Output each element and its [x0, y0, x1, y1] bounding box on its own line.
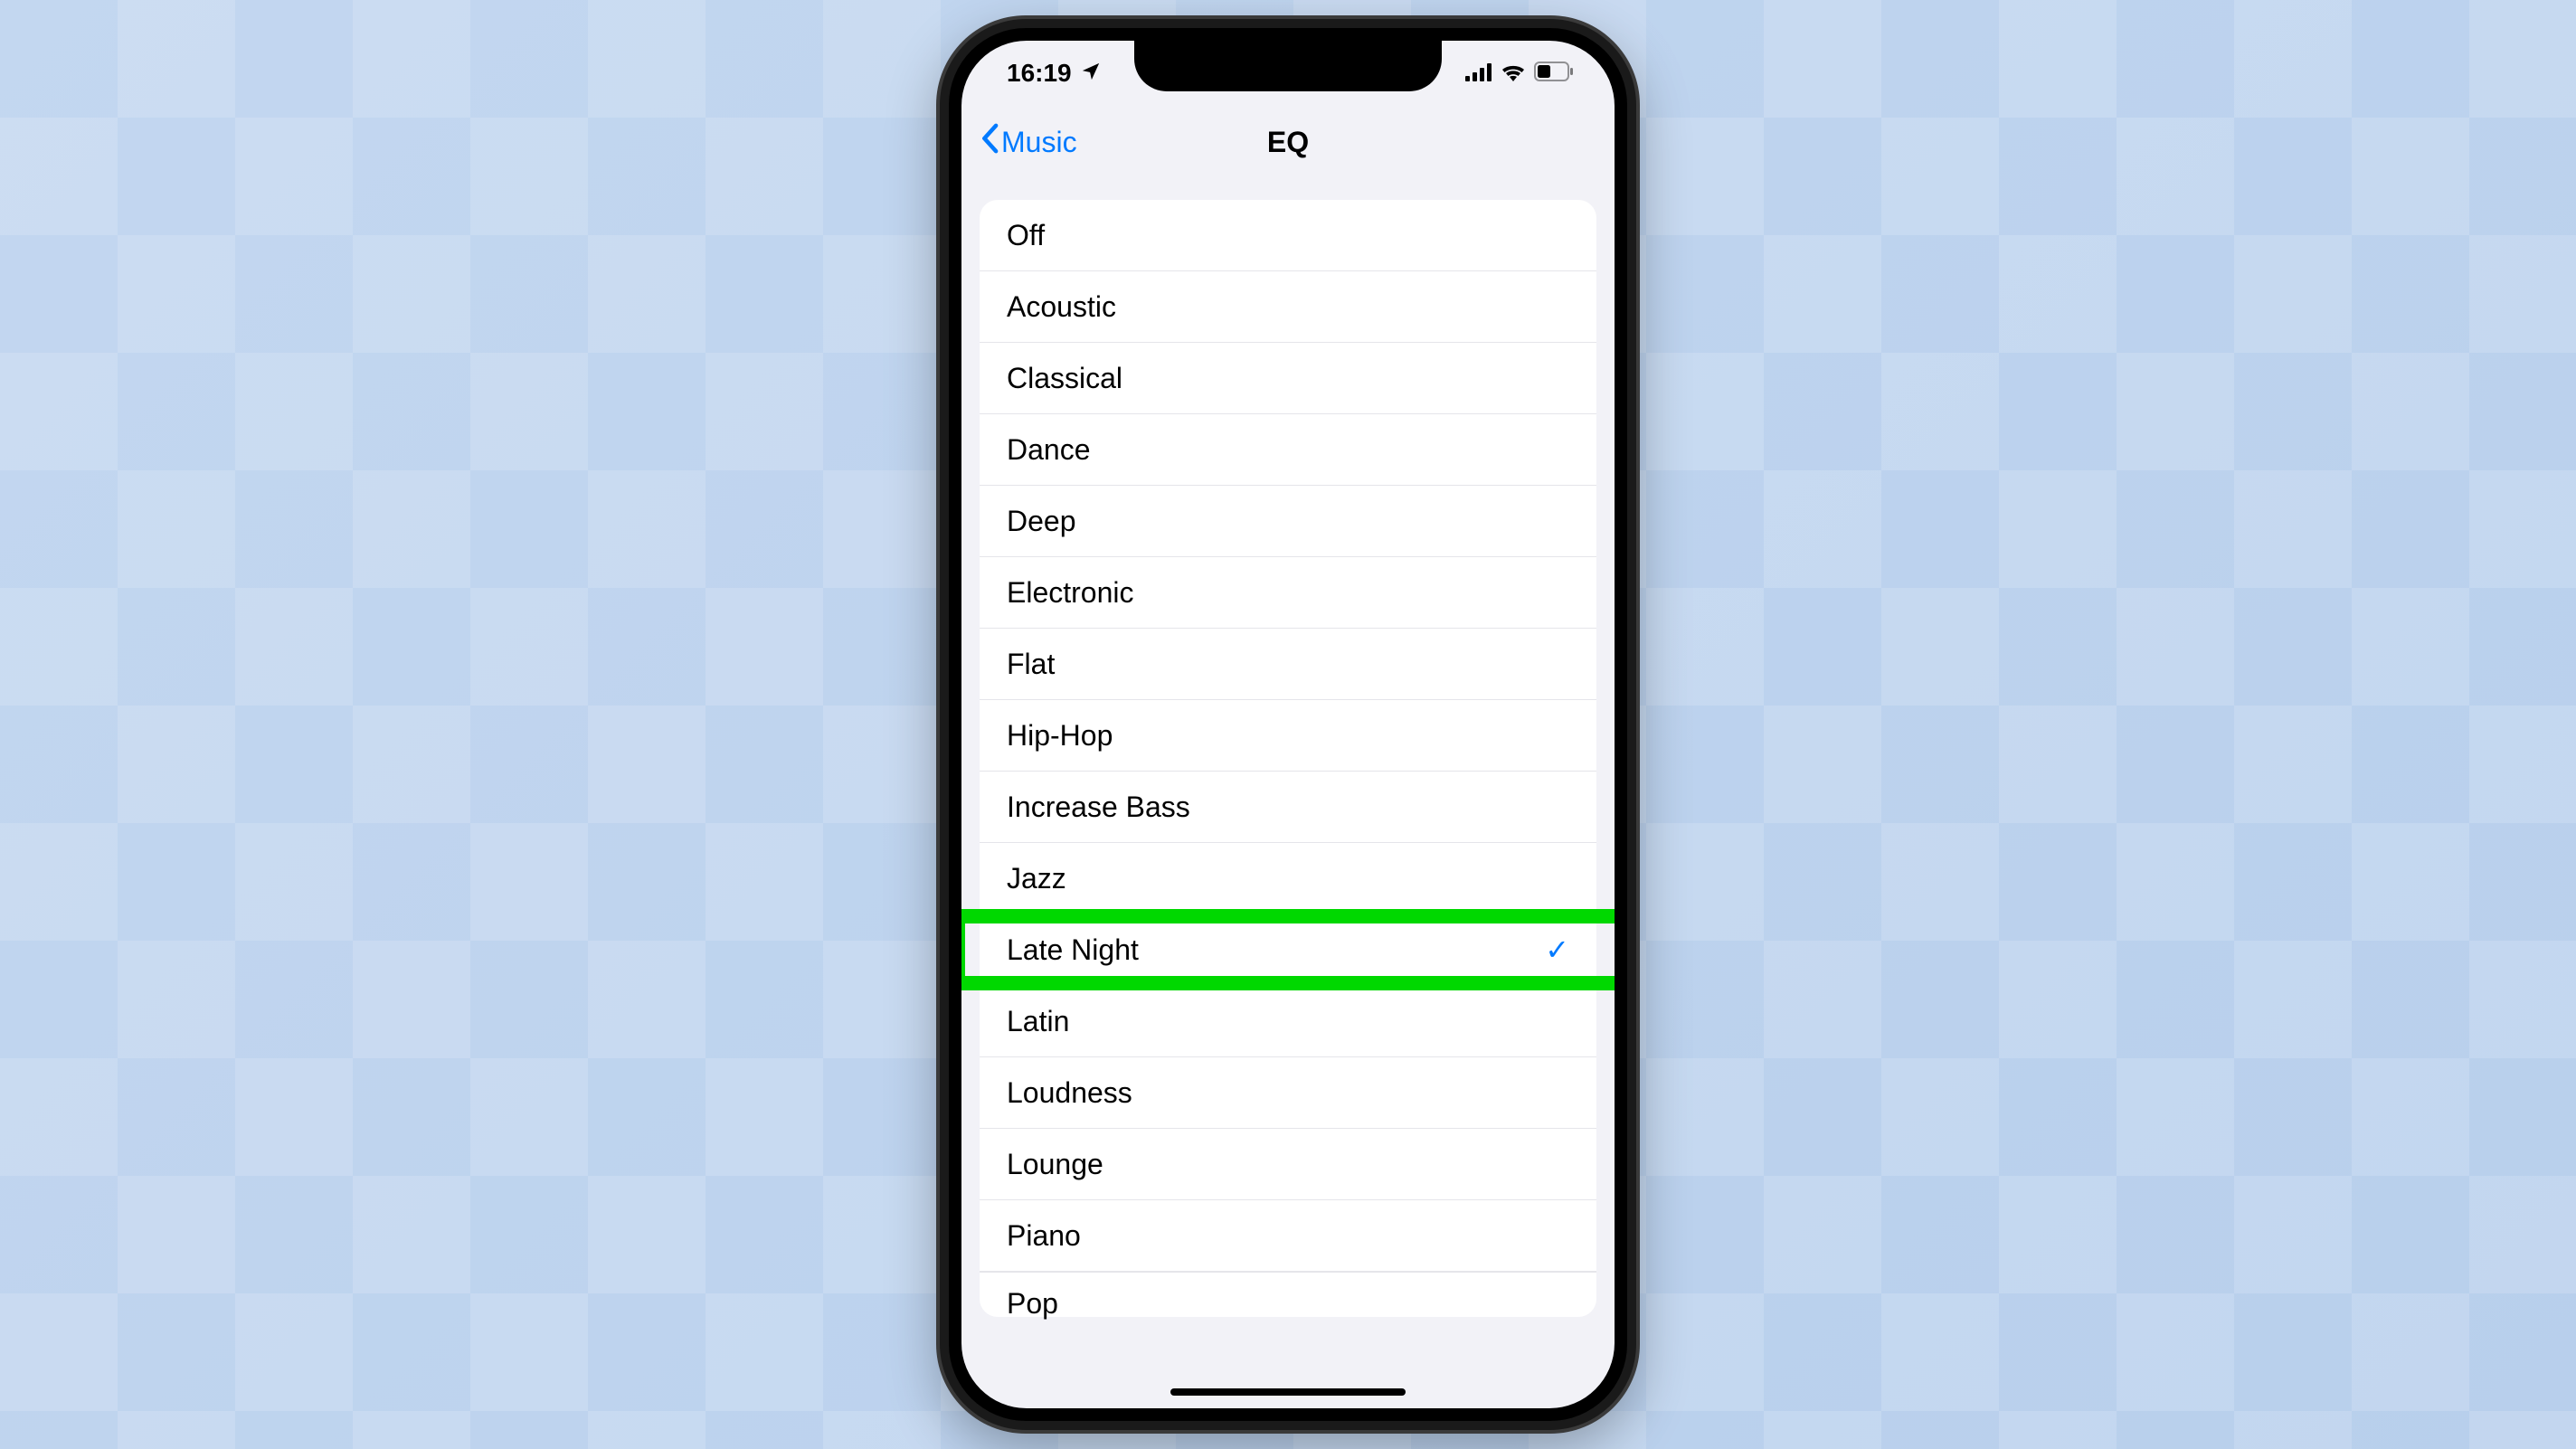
- location-icon: [1081, 59, 1101, 88]
- eq-option-label: Pop: [1007, 1287, 1058, 1321]
- eq-option-label: Piano: [1007, 1219, 1081, 1253]
- home-indicator[interactable]: [1170, 1388, 1406, 1396]
- status-time: 16:19: [1007, 59, 1072, 88]
- eq-option-label: Late Night: [1007, 933, 1139, 967]
- eq-option-label: Classical: [1007, 362, 1122, 395]
- eq-option-row[interactable]: Increase Bass: [980, 772, 1596, 843]
- page-title: EQ: [1267, 126, 1309, 159]
- eq-option-row[interactable]: Hip-Hop: [980, 700, 1596, 772]
- eq-option-row[interactable]: Jazz: [980, 843, 1596, 914]
- chevron-left-icon: [980, 123, 999, 161]
- eq-option-row[interactable]: Electronic: [980, 557, 1596, 629]
- eq-option-label: Loudness: [1007, 1076, 1132, 1110]
- eq-option-row[interactable]: Acoustic: [980, 271, 1596, 343]
- eq-option-row[interactable]: Classical: [980, 343, 1596, 414]
- phone-inner-frame: 16:19: [949, 28, 1627, 1421]
- settings-content: Off Acoustic Classical Dance Deep Electronic F…: [961, 178, 1615, 1317]
- eq-option-label: Dance: [1007, 433, 1091, 467]
- eq-option-label: Deep: [1007, 505, 1076, 538]
- eq-option-label: Lounge: [1007, 1148, 1103, 1181]
- eq-option-label: Increase Bass: [1007, 791, 1190, 824]
- navigation-bar: Music EQ: [961, 106, 1615, 178]
- status-bar-right: [1465, 59, 1574, 88]
- eq-option-label: Jazz: [1007, 862, 1066, 895]
- back-button[interactable]: Music: [980, 123, 1077, 161]
- eq-option-row[interactable]: Off: [980, 200, 1596, 271]
- eq-option-label: Electronic: [1007, 576, 1134, 610]
- battery-icon: [1534, 59, 1574, 88]
- eq-option-label: Latin: [1007, 1005, 1069, 1038]
- eq-option-row[interactable]: Loudness: [980, 1057, 1596, 1129]
- eq-option-label: Acoustic: [1007, 290, 1116, 324]
- eq-option-label: Off: [1007, 219, 1045, 252]
- eq-option-row[interactable]: Pop: [980, 1272, 1596, 1317]
- eq-option-row[interactable]: Lounge: [980, 1129, 1596, 1200]
- eq-option-row[interactable]: Deep: [980, 486, 1596, 557]
- back-label: Music: [1001, 126, 1077, 159]
- wifi-icon: [1501, 59, 1526, 88]
- checkmark-icon: ✓: [1545, 933, 1569, 967]
- eq-options-list: Off Acoustic Classical Dance Deep Electronic F…: [980, 200, 1596, 1317]
- phone-screen: 16:19: [961, 41, 1615, 1408]
- phone-notch: [1134, 41, 1442, 91]
- eq-option-row[interactable]: Latin: [980, 986, 1596, 1057]
- eq-option-row[interactable]: Flat: [980, 629, 1596, 700]
- eq-option-row[interactable]: Piano: [980, 1200, 1596, 1272]
- eq-option-label: Hip-Hop: [1007, 719, 1113, 753]
- phone-device-frame: 16:19: [940, 19, 1636, 1430]
- status-bar-left: 16:19: [1007, 59, 1101, 88]
- eq-option-row[interactable]: Dance: [980, 414, 1596, 486]
- eq-option-row[interactable]: Late Night ✓: [980, 914, 1596, 986]
- eq-option-label: Flat: [1007, 648, 1055, 681]
- cellular-signal-icon: [1465, 59, 1492, 88]
